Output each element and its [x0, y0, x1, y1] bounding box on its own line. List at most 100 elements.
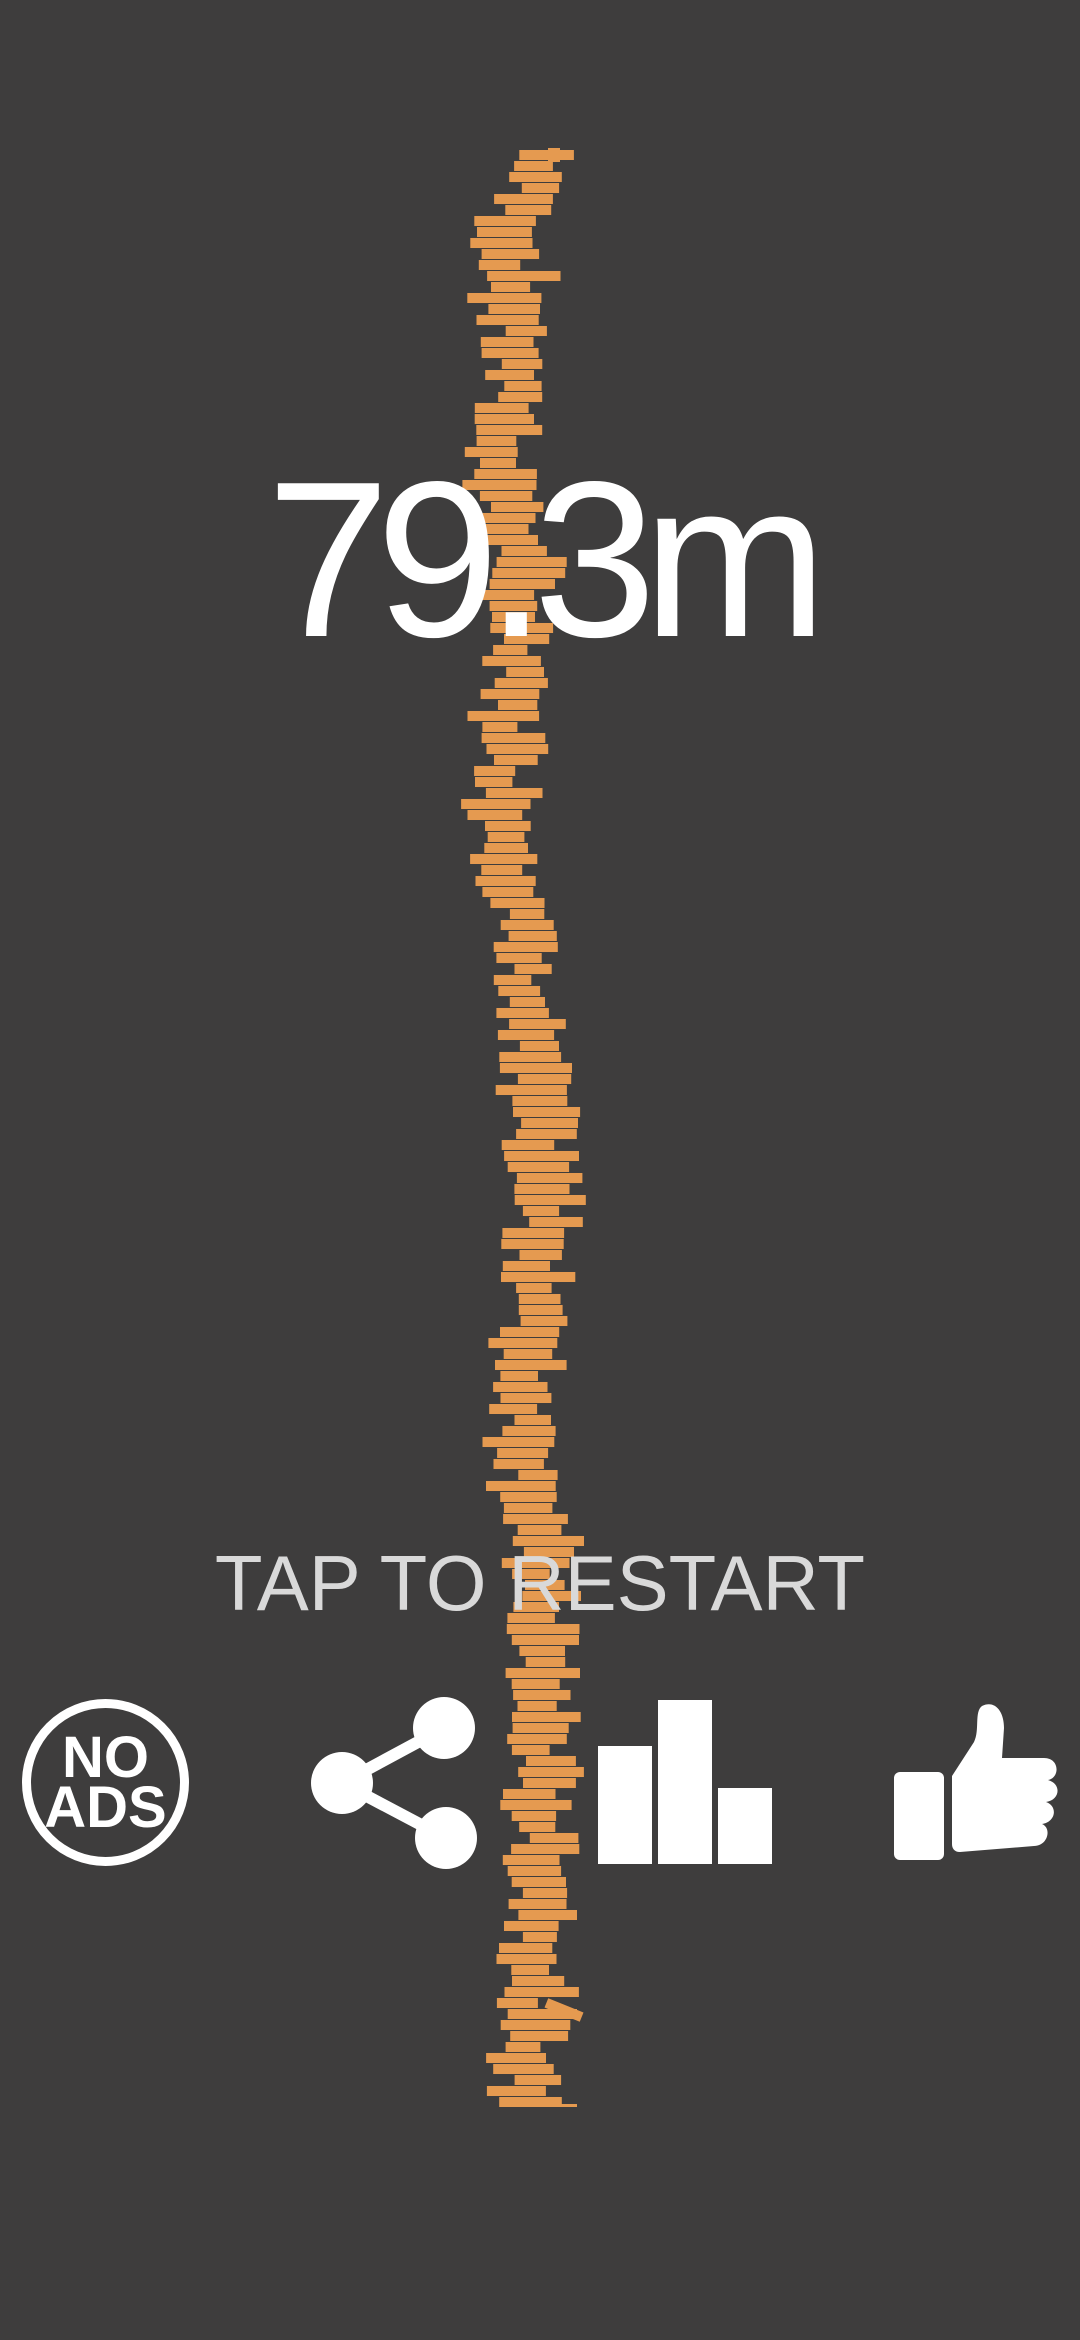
- tower-block: [518, 1470, 558, 1480]
- thumbs-up-icon: [894, 1704, 1058, 1860]
- tower-block: [519, 1646, 565, 1656]
- tower-block: [488, 1338, 558, 1348]
- tower-block: [498, 986, 541, 996]
- tower-block: [525, 1657, 566, 1667]
- tower-block: [503, 1514, 568, 1524]
- tower-block: [497, 1030, 555, 1040]
- game-screen[interactable]: 79.3m TAP TO RESTART NO ADS: [0, 0, 1080, 2340]
- share-icon: [311, 1697, 477, 1869]
- tower-block: [494, 194, 553, 204]
- tower-block: [484, 843, 528, 853]
- tower-block: [487, 832, 525, 842]
- tower-block: [495, 1085, 567, 1095]
- tower-block: [501, 1239, 564, 1249]
- no-ads-label-ads: ADS: [44, 1775, 167, 1840]
- tower-block: [501, 1272, 576, 1282]
- tower-block: [519, 1822, 556, 1832]
- tower-block: [499, 1052, 562, 1062]
- tower-block: [478, 260, 521, 270]
- tower-block: [497, 1448, 549, 1458]
- tower-block: [487, 271, 561, 281]
- tower-block: [474, 216, 536, 226]
- no-ads-button[interactable]: NO ADS: [18, 1695, 193, 1870]
- tower-block: [516, 1173, 583, 1183]
- tower-block: [480, 689, 540, 699]
- tower-block: [470, 854, 538, 864]
- tower-block: [485, 821, 531, 831]
- tower-block: [514, 1415, 551, 1425]
- tower-block: [512, 1712, 581, 1722]
- tower-block: [498, 392, 543, 402]
- leaderboard-button[interactable]: [596, 1698, 774, 1866]
- tower-block: [516, 1129, 577, 1139]
- tower-block: [493, 2064, 554, 2074]
- tower-block: [496, 953, 542, 963]
- tower-block: [486, 2053, 546, 2063]
- tower-block: [499, 1943, 553, 1953]
- bar-chart-icon: [598, 1700, 772, 1864]
- tower-block: [503, 1503, 553, 1513]
- tower-block: [514, 964, 552, 974]
- tower-block: [502, 1855, 560, 1865]
- tower-block: [511, 1877, 566, 1887]
- tower-block: [467, 711, 540, 721]
- tower-block: [511, 1635, 579, 1645]
- tower-block: [509, 172, 562, 182]
- tower-block: [520, 1316, 568, 1326]
- tower-block: [505, 326, 547, 336]
- tower-block: [474, 403, 529, 413]
- tower-block: [493, 1459, 544, 1469]
- tower-block: [511, 1745, 550, 1755]
- tower-block: [512, 1976, 565, 1986]
- tower-block: [474, 766, 516, 776]
- tower-block: [489, 1404, 538, 1414]
- tower-block: [510, 2031, 569, 2041]
- tower-block: [505, 205, 552, 215]
- tower-block: [486, 744, 549, 754]
- tower-block: [529, 1833, 579, 1843]
- tower-block: [496, 1998, 538, 2008]
- tower-block: [502, 1228, 565, 1238]
- tower-block: [514, 1184, 570, 1194]
- tower-block: [509, 997, 545, 1007]
- tower-block: [500, 920, 554, 930]
- tower-block: [500, 1327, 560, 1337]
- tower-block: [461, 799, 531, 809]
- tower-block: [503, 1789, 556, 1799]
- tower-block: [481, 348, 539, 358]
- tower-block: [494, 755, 538, 765]
- tower-block: [496, 1008, 549, 1018]
- tower-block: [500, 1492, 557, 1502]
- tower-block: [507, 1734, 567, 1744]
- tower-block: [501, 359, 543, 369]
- tower-block: [513, 1107, 581, 1117]
- tower-block: [502, 1426, 556, 1436]
- tower-block: [519, 150, 574, 160]
- tower-block: [500, 2020, 571, 2030]
- tower-block: [513, 1690, 571, 1700]
- tower-block: [522, 1932, 557, 1942]
- tower-block: [467, 293, 542, 303]
- tower-block: [511, 1679, 560, 1689]
- tower-block: [509, 909, 545, 919]
- tower-block: [486, 2086, 546, 2096]
- tower-block: [500, 1371, 538, 1381]
- tower-block: [493, 975, 532, 985]
- tower-block: [502, 1261, 550, 1271]
- tower-block: [517, 1074, 572, 1084]
- like-button[interactable]: [890, 1700, 1060, 1865]
- tower-block: [507, 1866, 562, 1876]
- tower-block: [519, 1041, 559, 1051]
- tower-block: [481, 249, 540, 259]
- tower-block: [504, 1987, 579, 1997]
- share-button[interactable]: [306, 1690, 492, 1876]
- tower-block: [493, 942, 558, 952]
- tower-block: [485, 370, 534, 380]
- tower-block: [505, 2042, 541, 2052]
- tower-block: [500, 1393, 552, 1403]
- tower-block: [504, 381, 542, 391]
- tap-to-restart-label[interactable]: TAP TO RESTART: [0, 1538, 1080, 1628]
- tower-block: [500, 1800, 572, 1810]
- tower-block: [523, 1778, 576, 1788]
- tower-block: [512, 1096, 568, 1106]
